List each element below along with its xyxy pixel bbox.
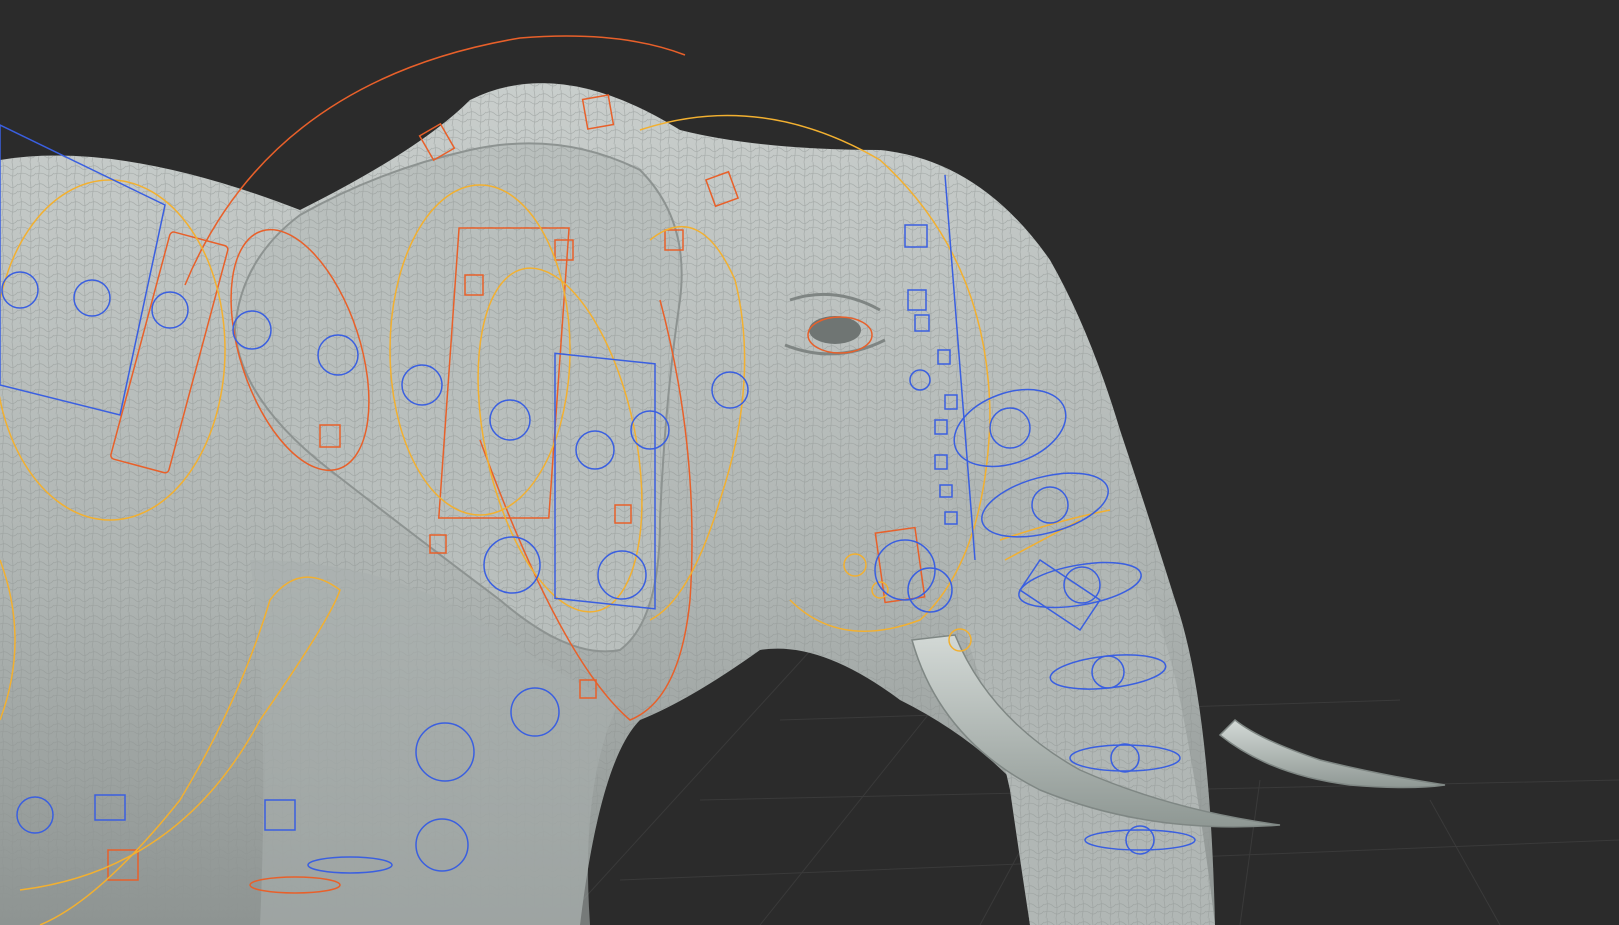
viewport-canvas[interactable] — [0, 0, 1619, 925]
3d-viewport[interactable] — [0, 0, 1619, 925]
elephant-eye[interactable] — [809, 316, 861, 344]
tusk-back[interactable] — [1218, 718, 1446, 789]
